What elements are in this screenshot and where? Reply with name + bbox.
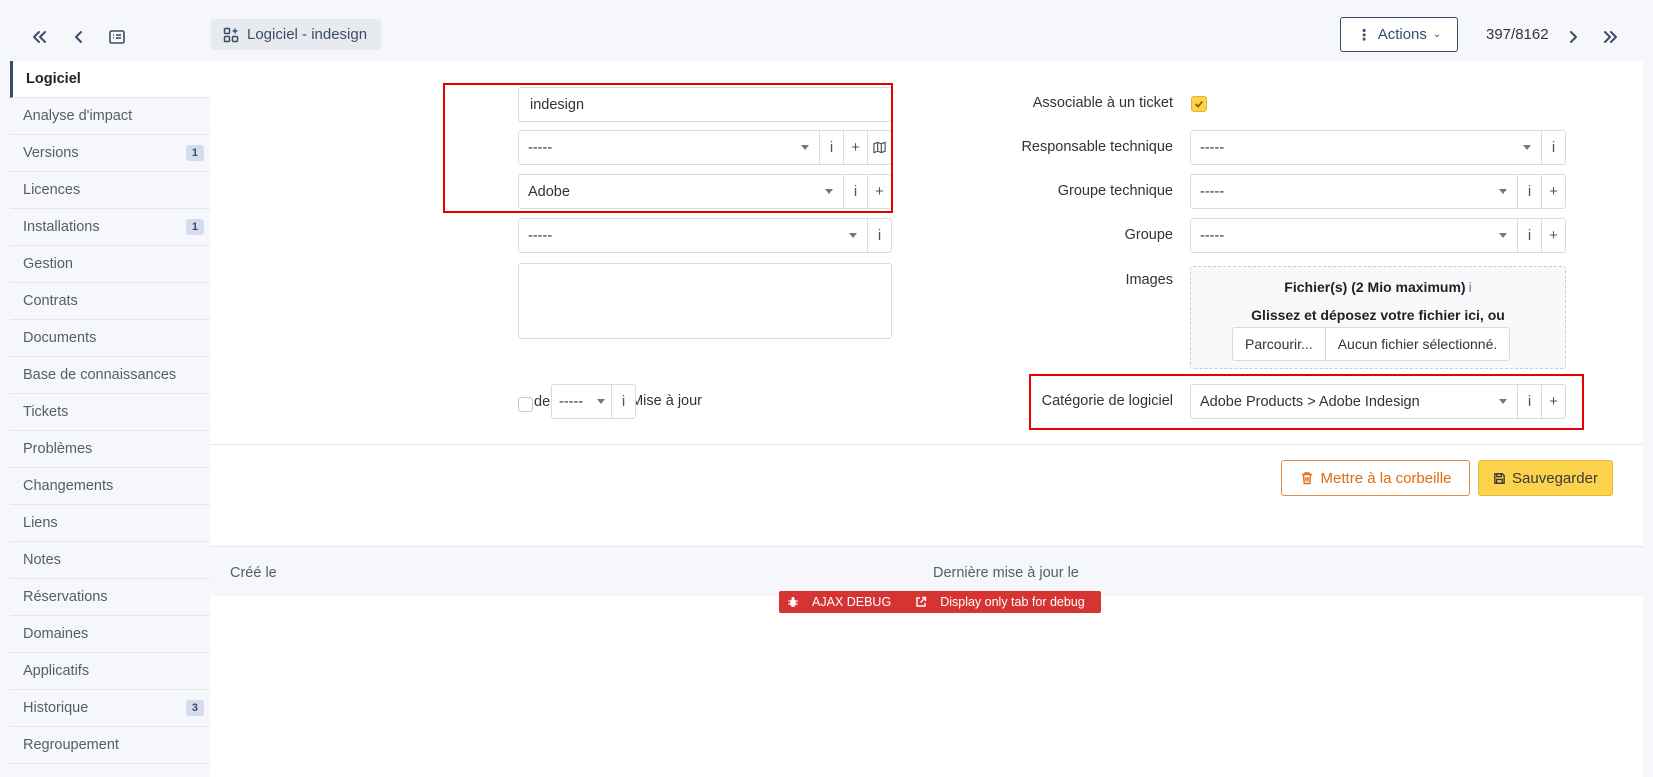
associable-label: Associable à un ticket [1032, 95, 1173, 111]
trash-button[interactable]: Mettre à la corbeille [1281, 460, 1470, 496]
responsable-select[interactable]: ----- i [1190, 130, 1566, 165]
check-icon [1195, 100, 1203, 108]
save-icon [1494, 472, 1505, 484]
created-label: Créé le [230, 565, 277, 581]
sidebar-item-gestion[interactable]: Gestion [10, 246, 210, 283]
form-divider [210, 444, 1643, 445]
list-view-icon[interactable] [104, 24, 130, 50]
caret-down-icon [849, 233, 857, 238]
caret-down-icon [1523, 145, 1531, 150]
info-icon[interactable]: i [1541, 131, 1565, 164]
de-label: de [534, 394, 551, 410]
sidebar: Logiciel Analyse d'impact Versions 1 Lice… [10, 61, 210, 764]
sidebar-item-historique[interactable]: Historique 3 [10, 690, 210, 727]
count-badge: 1 [185, 145, 204, 161]
record-meta-footer: Créé le Dernière mise à jour le [210, 546, 1643, 596]
apps-icon [223, 27, 239, 42]
sidebar-item-problemes[interactable]: Problèmes [10, 431, 210, 468]
mise-a-jour-checkbox[interactable] [518, 397, 533, 412]
sidebar-item-applicatifs[interactable]: Applicatifs [10, 653, 210, 690]
info-icon[interactable]: i [611, 385, 635, 418]
file-dropzone[interactable]: Fichier(s) (2 Mio maximum) i Glissez et d… [1190, 266, 1566, 369]
debug-bar: AJAX DEBUG Display only tab for debug [779, 591, 1101, 613]
sidebar-item-contrats[interactable]: Contrats [10, 283, 210, 320]
breadcrumb: Logiciel - indesign [211, 19, 382, 50]
highlight-box-left [443, 83, 893, 213]
trash-icon [1301, 472, 1312, 485]
debug-tab-link[interactable]: Display only tab for debug [907, 591, 1101, 613]
last-record-icon[interactable] [1598, 24, 1624, 50]
info-icon[interactable]: i [1469, 279, 1472, 295]
bug-icon [788, 597, 798, 607]
add-icon[interactable]: + [1541, 175, 1565, 208]
sidebar-item-base-connaissances[interactable]: Base de connaissances [10, 357, 210, 394]
sidebar-item-liens[interactable]: Liens [10, 505, 210, 542]
dropzone-subtitle: Glissez et déposez votre fichier ici, ou [1251, 307, 1505, 323]
no-file-text: Aucun fichier sélectionné. [1324, 328, 1510, 360]
images-label: Images [1125, 272, 1173, 288]
sidebar-item-documents[interactable]: Documents [10, 320, 210, 357]
mise-a-jour-select[interactable]: ----- i [551, 384, 636, 419]
first-record-icon[interactable] [26, 24, 52, 50]
updated-label: Dernière mise à jour le [933, 565, 1079, 581]
main-form-panel: Nom indesign Lieu ----- i + Éditeur Adob… [210, 61, 1643, 777]
actions-button[interactable]: ⋮ Actions ⌄ [1340, 17, 1458, 52]
dropzone-title: Fichier(s) (2 Mio maximum) [1284, 279, 1466, 295]
caret-down-icon [1499, 233, 1507, 238]
browse-button[interactable]: Parcourir... [1233, 328, 1325, 360]
highlight-box-right [1029, 374, 1584, 430]
sidebar-item-regroupement[interactable]: Regroupement [10, 727, 210, 764]
sidebar-item-analyse-impact[interactable]: Analyse d'impact [10, 98, 210, 135]
sidebar-item-reservations[interactable]: Réservations [10, 579, 210, 616]
chevron-down-icon: ⌄ [1432, 29, 1442, 40]
groupe-technique-label: Groupe technique [1057, 183, 1173, 199]
next-record-icon[interactable] [1560, 24, 1586, 50]
count-badge: 3 [185, 700, 204, 716]
record-counter: 397/8162 [1486, 26, 1549, 43]
responsable-label: Responsable technique [1021, 139, 1173, 155]
save-button[interactable]: Sauvegarder [1478, 460, 1613, 496]
sidebar-item-tickets[interactable]: Tickets [10, 394, 210, 431]
count-badge: 1 [185, 219, 204, 235]
file-input[interactable]: Parcourir... Aucun fichier sélectionné. [1232, 327, 1511, 361]
groupe-label: Groupe [1124, 227, 1173, 243]
actions-label: Actions [1377, 26, 1427, 43]
sidebar-item-notes[interactable]: Notes [10, 542, 210, 579]
caret-down-icon [1499, 189, 1507, 194]
external-link-icon [916, 596, 927, 607]
sidebar-item-domaines[interactable]: Domaines [10, 616, 210, 653]
associable-checkbox[interactable] [1191, 96, 1207, 112]
utilisateur-select[interactable]: ----- i [518, 218, 892, 253]
groupe-technique-select[interactable]: ----- i + [1190, 174, 1566, 209]
info-icon[interactable]: i [1517, 219, 1541, 252]
breadcrumb-title: Logiciel - indesign [247, 26, 368, 43]
info-icon[interactable]: i [867, 219, 891, 252]
previous-record-icon[interactable] [66, 24, 92, 50]
ajax-debug-button[interactable]: AJAX DEBUG [779, 591, 907, 613]
kebab-icon: ⋮ [1356, 26, 1372, 44]
sidebar-item-licences[interactable]: Licences [10, 172, 210, 209]
caret-down-icon [597, 399, 605, 404]
add-icon[interactable]: + [1541, 219, 1565, 252]
sidebar-item-versions[interactable]: Versions 1 [10, 135, 210, 172]
sidebar-item-installations[interactable]: Installations 1 [10, 209, 210, 246]
sidebar-item-changements[interactable]: Changements [10, 468, 210, 505]
commentaires-textarea[interactable] [518, 263, 892, 339]
sidebar-item-logiciel[interactable]: Logiciel [10, 61, 210, 98]
groupe-select[interactable]: ----- i + [1190, 218, 1566, 253]
info-icon[interactable]: i [1517, 175, 1541, 208]
